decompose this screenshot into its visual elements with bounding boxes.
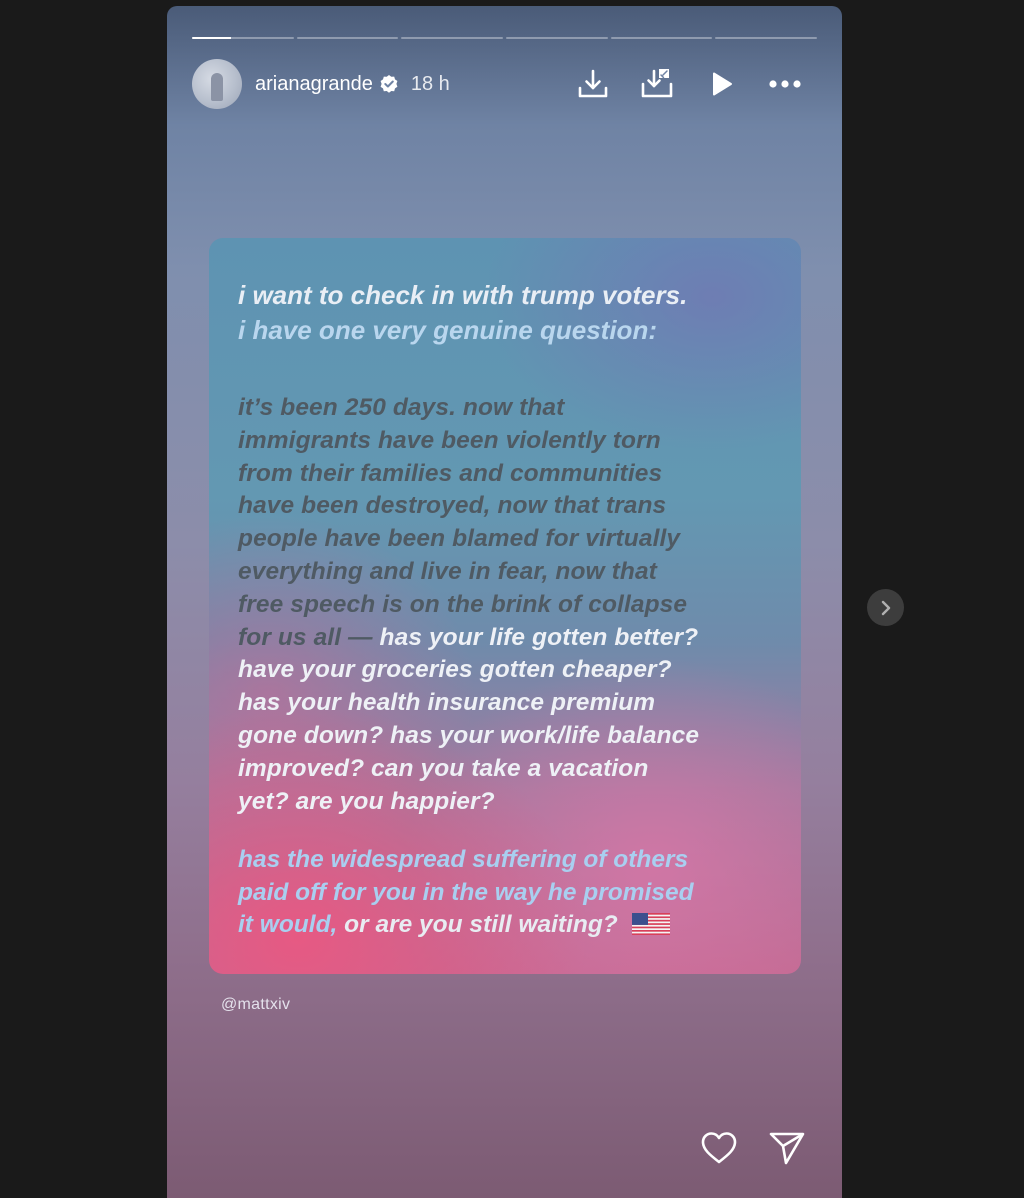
body-line: everything and live in fear, now that: [238, 557, 657, 585]
intro-line: i want to check in with trump voters.: [238, 280, 688, 310]
post-time: 18 h: [410, 72, 450, 95]
body-line: it’s been 250 days. now that: [238, 394, 565, 421]
story-footer-actions: [699, 1128, 807, 1168]
heart-icon: [701, 1132, 737, 1164]
progress-segment: [715, 37, 818, 39]
story-progress-bar: [192, 37, 818, 40]
body-line: from their families and communities: [238, 459, 663, 487]
card-body: it’s been 250 days. now that immigrants …: [238, 392, 781, 818]
closing-line: it would, or are you still waiting?: [238, 909, 781, 942]
avatar[interactable]: [192, 59, 242, 109]
progress-segment: [296, 37, 399, 39]
story-text-card: i want to check in with trump voters. i …: [209, 238, 801, 974]
closing-line: paid off for you in the way he promised: [238, 878, 694, 906]
closing-text-blue: it would,: [238, 911, 338, 939]
body-line: free speech is on the brink of collapse: [238, 590, 688, 618]
body-text-light: has your life gotten better?: [379, 623, 699, 651]
body-line: for us all — has your life gotten better…: [238, 622, 781, 655]
share-button[interactable]: [767, 1128, 807, 1168]
closing-line: has the widespread suffering of others: [238, 846, 689, 873]
body-line: have been destroyed, now that trans: [238, 492, 667, 520]
download-button[interactable]: [561, 64, 625, 104]
next-story-button[interactable]: [867, 589, 904, 626]
download-icon: [578, 69, 608, 98]
share-icon: [769, 1132, 805, 1165]
intro-line: i have one very genuine question:: [238, 315, 657, 345]
like-button[interactable]: [699, 1128, 739, 1168]
save-to-collection-button[interactable]: [625, 64, 689, 104]
progress-segment: [401, 37, 504, 39]
body-line: yet? are you happier?: [238, 787, 495, 815]
card-closing: has the widespread suffering of others p…: [238, 844, 781, 942]
body-text-dark: for us all —: [238, 623, 380, 651]
chevron-right-icon: [881, 600, 890, 615]
mention-tag[interactable]: @mattxiv: [221, 996, 290, 1014]
body-line: gone down? has your work/life balance: [238, 721, 700, 749]
story-header: arianagrande 18 h: [192, 58, 817, 110]
more-options-icon: [769, 80, 801, 88]
body-line: have your groceries gotten cheaper?: [238, 656, 672, 684]
closing-text-grey: or are you still waiting?: [337, 911, 618, 939]
body-line: improved? can you take a vacation: [238, 754, 649, 782]
progress-segment: [506, 37, 608, 39]
header-actions: [561, 64, 817, 104]
story-viewer: arianagrande 18 h i want to check in wit…: [167, 6, 842, 1198]
play-button[interactable]: [689, 64, 753, 104]
more-options-button[interactable]: [753, 64, 817, 104]
play-icon: [713, 72, 732, 96]
verified-badge-icon: [379, 74, 399, 94]
progress-segment: [610, 37, 713, 39]
card-intro: i want to check in with trump voters. i …: [238, 278, 781, 348]
body-line: has your health insurance premium: [238, 689, 656, 717]
body-line: people have been blamed for virtually: [238, 525, 681, 553]
username[interactable]: arianagrande: [255, 73, 373, 96]
progress-segment: [192, 37, 294, 39]
us-flag-icon: [631, 912, 670, 935]
body-line: immigrants have been violently torn: [238, 426, 661, 454]
save-to-collection-icon: [641, 69, 673, 98]
